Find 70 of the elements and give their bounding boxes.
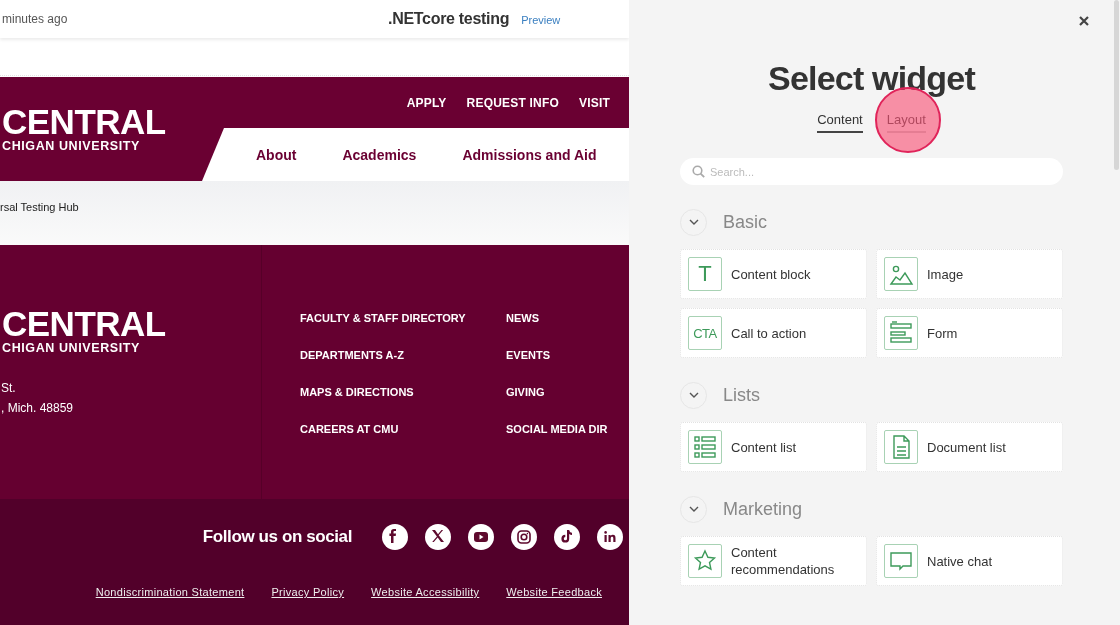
widget-label: Call to action xyxy=(731,324,807,342)
widget-card[interactable]: T Content block xyxy=(680,249,867,299)
linkedin-icon[interactable] xyxy=(597,524,623,550)
legal-link[interactable]: Website Feedback xyxy=(506,586,602,598)
legal-link[interactable]: Privacy Policy xyxy=(271,586,345,598)
footer-link[interactable]: EVENTS xyxy=(506,348,608,362)
breadcrumb-link[interactable]: rsal Testing Hub xyxy=(0,201,79,213)
document-icon xyxy=(884,430,918,464)
widget-label: Content list xyxy=(731,438,797,456)
page-title: .NETcore testing xyxy=(388,10,510,28)
footer-link[interactable]: MAPS & DIRECTIONS xyxy=(300,385,470,399)
widget-card[interactable]: Document list xyxy=(876,422,1063,472)
edited-time: minutes ago xyxy=(2,12,69,26)
footer-link[interactable]: DEPARTMENTS A-Z xyxy=(300,348,470,362)
widget-card[interactable]: Content recommendations xyxy=(680,536,867,586)
logo-text[interactable]: CENTRAL xyxy=(2,105,202,139)
nav-link[interactable]: About xyxy=(256,146,297,163)
footer-link[interactable]: FACULTY & STAFF DIRECTORY xyxy=(300,311,470,325)
address-line: St. xyxy=(1,381,17,395)
logo-text[interactable]: CENTRAL xyxy=(2,307,261,341)
chat-bubble-icon xyxy=(884,544,918,578)
widget-label: Native chat xyxy=(927,552,993,570)
widget-card[interactable]: Content list xyxy=(680,422,867,472)
chevron-down-icon xyxy=(688,392,699,398)
widget-card[interactable]: CTA Call to action xyxy=(680,308,867,358)
legal-link[interactable]: Website Accessibility xyxy=(371,586,480,598)
social-heading: Follow us on social xyxy=(202,527,352,547)
form-icon xyxy=(884,316,918,350)
nav-link[interactable]: Academics xyxy=(342,146,417,163)
logo-text[interactable]: CHIGAN UNIVERSITY xyxy=(2,139,202,153)
widget-label: Content recommendations xyxy=(731,544,836,578)
widget-label: Content block xyxy=(731,265,811,283)
widget-card[interactable]: Form xyxy=(876,308,1063,358)
search-field[interactable]: Search... xyxy=(680,158,1063,185)
chevron-down-icon xyxy=(688,219,699,225)
chevron-down-icon xyxy=(688,506,699,512)
legal-link[interactable]: Nondiscrimination Statement xyxy=(95,586,245,598)
youtube-icon[interactable] xyxy=(468,524,494,550)
tiktok-icon[interactable] xyxy=(554,524,580,550)
widget-card[interactable]: Native chat xyxy=(876,536,1063,586)
footer-link[interactable]: SOCIAL MEDIA DIR xyxy=(506,422,608,436)
logo-text[interactable]: CHIGAN UNIVERSITY xyxy=(2,341,261,355)
utility-link[interactable]: REQUEST INFO xyxy=(466,95,559,110)
preview-link[interactable]: Preview xyxy=(521,14,561,26)
letter-icon: T xyxy=(688,257,722,291)
section-title: Marketing xyxy=(723,498,803,520)
facebook-icon[interactable] xyxy=(382,524,408,550)
image-icon xyxy=(884,257,918,291)
search-icon xyxy=(692,165,705,178)
utility-link[interactable]: VISIT xyxy=(579,95,610,110)
list-icon xyxy=(688,430,722,464)
scrollbar-thumb[interactable] xyxy=(1114,0,1119,170)
footer-link[interactable]: CAREERS AT CMU xyxy=(300,422,470,436)
section-title: Lists xyxy=(723,384,760,406)
utility-link[interactable]: APPLY xyxy=(406,95,447,110)
footer-link[interactable]: NEWS xyxy=(506,311,608,325)
nav-link[interactable]: Admissions and Aid xyxy=(462,146,597,163)
widget-label: Image xyxy=(927,265,964,283)
address-line: , Mich. 48859 xyxy=(1,401,75,415)
widget-label: Form xyxy=(927,324,958,342)
section-title: Basic xyxy=(723,211,767,233)
x-icon[interactable] xyxy=(425,524,451,550)
tab[interactable]: Content xyxy=(817,110,863,133)
instagram-icon[interactable] xyxy=(511,524,537,550)
close-icon xyxy=(1079,16,1089,26)
footer-link[interactable]: GIVING xyxy=(506,385,608,399)
letter-icon: CTA xyxy=(688,316,722,350)
panel-title: Select widget xyxy=(767,58,977,98)
widget-label: Document list xyxy=(927,438,1006,456)
widget-card[interactable]: Image xyxy=(876,249,1063,299)
